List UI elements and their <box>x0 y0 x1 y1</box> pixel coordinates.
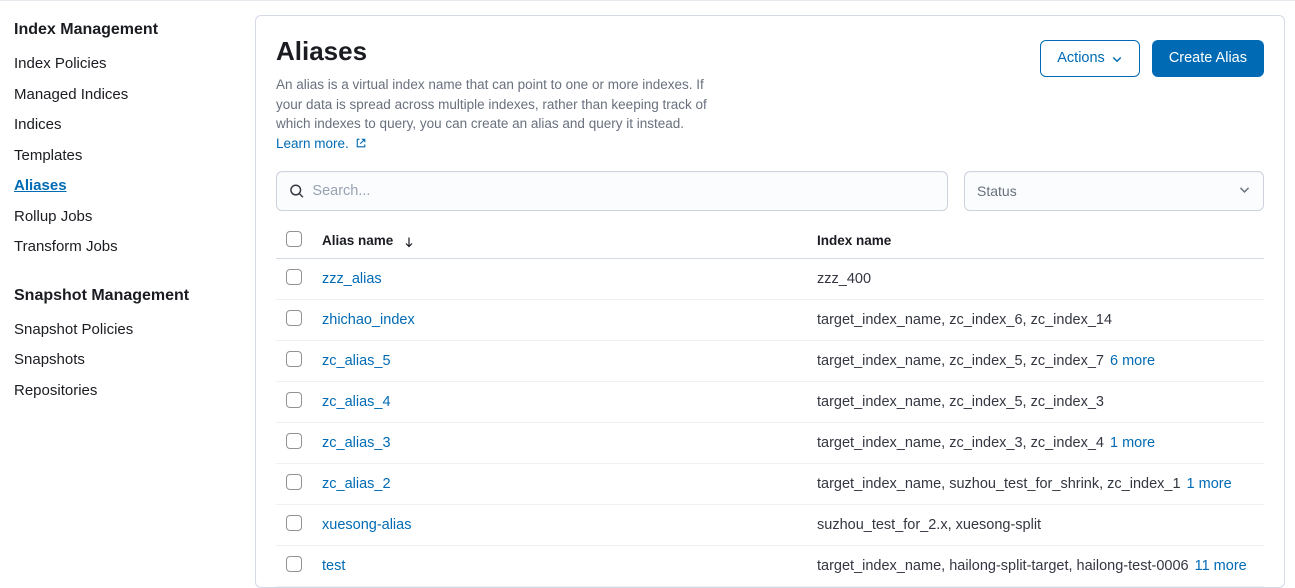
nav-list-snapshot: Snapshot PoliciesSnapshotsRepositories <box>14 315 241 407</box>
main-content: Aliases An alias is a virtual index name… <box>255 1 1295 588</box>
more-link[interactable]: 6 more <box>1110 353 1155 369</box>
sidebar-item[interactable]: Snapshot Policies <box>14 315 241 346</box>
actions-button[interactable]: Actions <box>1040 40 1140 77</box>
actions-button-label: Actions <box>1057 50 1105 67</box>
index-names: target_index_name, suzhou_test_for_shrin… <box>817 476 1181 492</box>
col-alias-label: Alias name <box>322 233 393 248</box>
row-checkbox[interactable] <box>286 433 302 449</box>
page-description: An alias is a virtual index name that ca… <box>276 75 716 153</box>
alias-link[interactable]: xuesong-alias <box>322 517 411 533</box>
nav-section-title-snapshot: Snapshot Management <box>14 287 241 305</box>
table-row: zc_alias_4 target_index_name, zc_index_5,… <box>276 382 1264 423</box>
panel-title-block: Aliases An alias is a virtual index name… <box>276 36 716 153</box>
aliases-panel: Aliases An alias is a virtual index name… <box>255 15 1285 588</box>
sort-desc-icon <box>403 236 415 248</box>
more-link[interactable]: 1 more <box>1187 476 1232 492</box>
row-checkbox[interactable] <box>286 556 302 572</box>
sidebar-item[interactable]: Indices <box>14 110 241 141</box>
sidebar-item[interactable]: Managed Indices <box>14 80 241 111</box>
search-icon <box>289 183 304 199</box>
alias-link[interactable]: zc_alias_3 <box>322 435 391 451</box>
row-checkbox[interactable] <box>286 515 302 531</box>
row-checkbox[interactable] <box>286 351 302 367</box>
sidebar-item[interactable]: Aliases <box>14 171 241 202</box>
chevron-down-icon <box>1238 183 1251 199</box>
col-alias-header[interactable]: Alias name <box>312 223 807 259</box>
sidebar-item[interactable]: Repositories <box>14 376 241 407</box>
row-checkbox[interactable] <box>286 269 302 285</box>
page-title: Aliases <box>276 36 716 67</box>
index-names: target_index_name, hailong-split-target,… <box>817 558 1189 574</box>
sidebar-item[interactable]: Snapshots <box>14 345 241 376</box>
create-alias-label: Create Alias <box>1169 50 1247 67</box>
index-names: zzz_400 <box>817 271 871 287</box>
index-names: suzhou_test_for_2.x, xuesong-split <box>817 517 1041 533</box>
more-link[interactable]: 1 more <box>1110 435 1155 451</box>
table-row: zzz_alias zzz_400 <box>276 259 1264 300</box>
index-names: target_index_name, zc_index_5, zc_index_… <box>817 394 1104 410</box>
status-select-label: Status <box>977 183 1017 199</box>
aliases-table: Alias name Index name zzz_alias zzz_400zh… <box>276 223 1264 587</box>
status-select[interactable]: Status <box>964 171 1264 211</box>
index-names: target_index_name, zc_index_3, zc_index_… <box>817 435 1104 451</box>
more-link[interactable]: 11 more <box>1195 558 1247 574</box>
row-checkbox[interactable] <box>286 474 302 490</box>
alias-link[interactable]: test <box>322 558 345 574</box>
popout-icon <box>355 137 367 149</box>
col-index-label: Index name <box>817 233 891 248</box>
row-checkbox[interactable] <box>286 392 302 408</box>
table-row: xuesong-alias suzhou_test_for_2.x, xueson… <box>276 505 1264 546</box>
panel-actions: Actions Create Alias <box>1040 36 1264 77</box>
alias-link[interactable]: zzz_alias <box>322 271 382 287</box>
table-row: zc_alias_2 target_index_name, suzhou_test… <box>276 464 1264 505</box>
table-row: zhichao_index target_index_name, zc_index… <box>276 300 1264 341</box>
col-checkbox <box>276 223 312 259</box>
col-index-header[interactable]: Index name <box>807 223 1264 259</box>
table-body: zzz_alias zzz_400 zhichao_index target_inde… <box>276 259 1264 587</box>
select-all-checkbox[interactable] <box>286 231 302 247</box>
sidebar-item[interactable]: Templates <box>14 141 241 172</box>
sidebar: Index Management Index PoliciesManaged I… <box>0 1 255 588</box>
index-names: target_index_name, zc_index_6, zc_index_… <box>817 312 1112 328</box>
table-row: test target_index_name, hailong-split-tar… <box>276 546 1264 587</box>
create-alias-button[interactable]: Create Alias <box>1152 40 1264 77</box>
alias-link[interactable]: zc_alias_5 <box>322 353 391 369</box>
sidebar-item[interactable]: Rollup Jobs <box>14 202 241 233</box>
table-row: zc_alias_5 target_index_name, zc_index_5,… <box>276 341 1264 382</box>
alias-link[interactable]: zhichao_index <box>322 312 415 328</box>
chevron-down-icon <box>1111 53 1123 65</box>
index-names: target_index_name, zc_index_5, zc_index_… <box>817 353 1104 369</box>
alias-link[interactable]: zc_alias_2 <box>322 476 391 492</box>
search-input[interactable] <box>312 183 935 199</box>
sidebar-item[interactable]: Index Policies <box>14 49 241 80</box>
table-row: zc_alias_3 target_index_name, zc_index_3,… <box>276 423 1264 464</box>
controls-row: Status <box>276 171 1264 211</box>
nav-section-title-index: Index Management <box>14 21 241 39</box>
panel-header: Aliases An alias is a virtual index name… <box>276 36 1264 153</box>
learn-more-link[interactable]: Learn more. <box>276 136 367 151</box>
sidebar-item[interactable]: Transform Jobs <box>14 232 241 263</box>
row-checkbox[interactable] <box>286 310 302 326</box>
page-description-text: An alias is a virtual index name that ca… <box>276 77 707 131</box>
learn-more-text: Learn more. <box>276 136 349 151</box>
nav-list-index: Index PoliciesManaged IndicesIndicesTemp… <box>14 49 241 263</box>
search-input-wrap[interactable] <box>276 171 948 211</box>
alias-link[interactable]: zc_alias_4 <box>322 394 391 410</box>
